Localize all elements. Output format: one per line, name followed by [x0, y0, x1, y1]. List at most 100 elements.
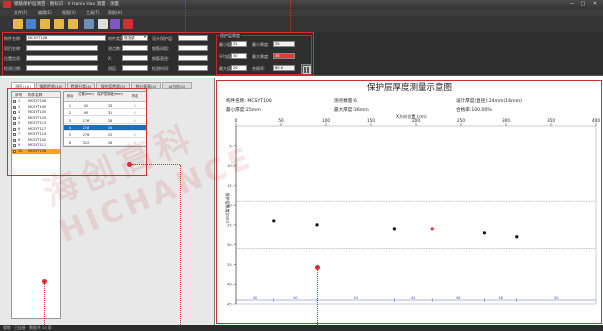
date-field[interactable]: [178, 65, 208, 71]
tab-report[interactable]: 统计报表(4): [131, 82, 161, 89]
cell-ok: √: [133, 133, 137, 138]
chart-icon[interactable]: [110, 19, 120, 29]
cell-no: 6: [68, 140, 72, 145]
rebar-count-label: 测点数:: [108, 46, 122, 51]
list-item[interactable]: 7 MCSYT114: [12, 132, 60, 137]
measure-header-val: 保护层厚度(mm): [97, 92, 123, 96]
close-icon[interactable]: [123, 19, 133, 29]
row-checkbox[interactable]: [13, 127, 16, 131]
cell-val: 34: [107, 125, 113, 130]
cell-no: 3: [68, 118, 72, 123]
component-type-select[interactable]: 现浇梁: [122, 35, 148, 41]
min-design-field[interactable]: 25: [231, 41, 247, 47]
segment-label: 36: [498, 296, 502, 300]
component-name-label: 构件名称:: [4, 36, 22, 41]
measure-header-pos: 位置(mm): [78, 92, 94, 96]
row-checkbox[interactable]: [13, 149, 16, 153]
rebar-spacing-field[interactable]: [178, 45, 208, 51]
inspector-field[interactable]: [26, 65, 98, 71]
folder-icon[interactable]: [68, 19, 78, 29]
measure-table-header: 测点 位置(mm) 保护层厚度(mm) 判定: [64, 92, 146, 102]
list-item-name: MCSYT117: [28, 126, 47, 131]
rebar-count-field[interactable]: [122, 45, 148, 51]
report-icon[interactable]: [98, 19, 108, 29]
import-icon[interactable]: [40, 19, 50, 29]
thickness-group-title: 保护层厚度: [219, 33, 241, 39]
list-item[interactable]: 5 MCSYT113: [12, 121, 60, 126]
x-tick-label: 300: [502, 118, 510, 123]
row-checkbox[interactable]: [13, 144, 16, 147]
row-checkbox[interactable]: [13, 116, 16, 120]
cell-val: 28: [107, 118, 113, 123]
segment-label: 50: [293, 296, 297, 300]
grid-settings-icon[interactable]: [301, 64, 311, 74]
list-item[interactable]: 8 MCSYT102: [12, 138, 60, 143]
project-name-field[interactable]: [26, 45, 98, 51]
tab-cover[interactable]: 保护层检测(3): [96, 82, 130, 89]
minimize-button[interactable]: —: [567, 1, 577, 8]
position-field[interactable]: [26, 55, 98, 61]
row-checkbox[interactable]: [13, 111, 16, 114]
list-item[interactable]: 4 MCSYT120: [12, 116, 60, 121]
pass-rate-field[interactable]: 80.0: [273, 65, 295, 71]
cell-ok: √: [133, 111, 137, 116]
y-tick-label: 10-: [227, 164, 234, 168]
component-name-field[interactable]: MCSYT106: [26, 35, 106, 41]
tab-ai[interactable]: AI分析(0): [162, 82, 192, 89]
tab-rebar[interactable]: 钢筋检测(10): [36, 82, 66, 89]
close-window-button[interactable]: ✕: [590, 1, 600, 8]
segment-label: 50: [354, 296, 358, 300]
list-item-no: 7: [18, 132, 21, 136]
x-field[interactable]: [122, 55, 148, 61]
cell-no: 1: [68, 104, 72, 108]
export-icon[interactable]: [54, 19, 64, 29]
tab-areas[interactable]: 测区(10): [11, 82, 35, 89]
cell-val: 25: [107, 133, 113, 138]
max-design-field[interactable]: 26: [231, 65, 247, 71]
x-tick-label: 350: [547, 118, 555, 123]
row-checkbox[interactable]: [13, 105, 16, 109]
y-tick-label: 25-: [227, 223, 234, 227]
diameter-field[interactable]: [178, 55, 208, 61]
data-point: [272, 219, 276, 223]
segment-label: 58: [456, 296, 460, 300]
table-row[interactable]: 3 176 28 √: [64, 118, 146, 124]
avg-design-field[interactable]: 30: [231, 53, 247, 59]
row-checkbox[interactable]: [13, 122, 16, 125]
table-row[interactable]: 1 42 33 √: [64, 103, 146, 109]
list-item-name: MCSYT106: [28, 99, 47, 103]
row-checkbox[interactable]: [13, 133, 16, 136]
list-item-name: MCSYT105: [28, 110, 47, 114]
open-folder-icon[interactable]: [13, 19, 23, 29]
list-header-no: 序号: [15, 93, 23, 97]
save-icon[interactable]: [26, 19, 36, 29]
cell-val: 26: [107, 140, 113, 145]
table-row[interactable]: 5 276 25 √: [64, 132, 146, 139]
app-window: 钢筋保护层测量 · 图标识 · V Hanix Hax 测量 · 测量 — □ …: [0, 0, 603, 331]
list-item[interactable]: 3 MCSYT105: [12, 110, 60, 115]
measure-header-ok: 判定: [131, 94, 139, 98]
list-item[interactable]: 1 MCSYT106: [12, 99, 60, 104]
cell-ok: √: [133, 140, 137, 145]
row-checkbox[interactable]: [13, 100, 16, 103]
batch-field[interactable]: [122, 65, 148, 71]
print-icon[interactable]: [84, 19, 94, 29]
title-bar: 钢筋保护层测量 · 图标识 · V Hanix Hax 测量 · 测量 — □ …: [0, 0, 603, 9]
row-checkbox[interactable]: [13, 138, 16, 142]
list-item-name: MCSYT106: [28, 148, 47, 153]
min-measured-field[interactable]: 25: [273, 41, 295, 47]
list-item-name: MCSYT111: [28, 143, 47, 147]
list-item[interactable]: 2 MCSYT109: [12, 105, 60, 110]
design-thickness-field[interactable]: [178, 35, 208, 41]
max-thickness-field[interactable]: 36: [273, 53, 295, 59]
segment-label: 42: [411, 296, 415, 300]
table-row[interactable]: 4 218 34 √: [64, 124, 146, 131]
list-item[interactable]: 10 MCSYT106: [12, 148, 60, 154]
cell-no: 5: [68, 133, 72, 138]
table-row[interactable]: 6 312 26 √: [64, 140, 146, 146]
maximize-button[interactable]: □: [578, 1, 588, 8]
list-item[interactable]: 6 MCSYT117: [12, 127, 60, 132]
list-item[interactable]: 9 MCSYT111: [12, 143, 60, 148]
tab-category[interactable]: 检测分类(4): [67, 82, 95, 89]
table-row[interactable]: 2 90 31 √: [64, 110, 146, 117]
